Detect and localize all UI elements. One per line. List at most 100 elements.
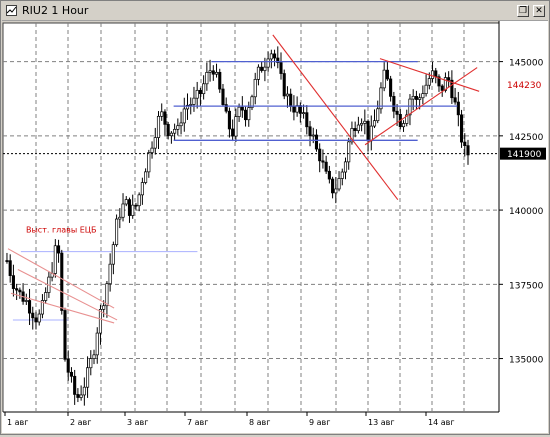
candle-body — [240, 106, 244, 111]
candle-body — [369, 125, 373, 142]
plot-background — [2, 22, 500, 413]
candle-body — [327, 170, 331, 180]
candle-body — [440, 85, 444, 91]
candle-body — [86, 367, 90, 388]
candle-body — [131, 204, 135, 216]
candle-body — [253, 79, 257, 98]
candle-body — [176, 125, 180, 130]
annotation-label: Выст. главы ЕЦБ — [26, 225, 97, 234]
candle-body — [8, 260, 12, 276]
candle-body — [63, 310, 67, 360]
candle-body — [57, 245, 61, 254]
candle-body — [285, 93, 290, 97]
candle-body — [263, 66, 267, 71]
candle-body — [305, 112, 309, 128]
candle-body — [234, 116, 238, 137]
chart-area: 135000 137500 140000 142500 145000 1 авг 2 авг… — [2, 21, 548, 433]
candle-body — [324, 161, 328, 172]
candle-body — [150, 147, 154, 153]
candle-body — [266, 58, 270, 68]
candle-body — [111, 244, 115, 265]
candle-body — [144, 171, 148, 183]
candle-body — [53, 245, 57, 274]
candle-body — [279, 62, 283, 74]
x-tick-label: 9 авг — [309, 418, 330, 427]
candle-body — [69, 371, 73, 377]
candle-body — [163, 111, 167, 125]
candle-body — [273, 53, 277, 59]
candle-body — [214, 71, 219, 75]
close-button[interactable]: ✕ — [533, 5, 545, 17]
candle-body — [372, 120, 377, 127]
candle-body — [27, 300, 32, 314]
candle-body — [182, 108, 186, 124]
candle-body — [411, 95, 415, 100]
restore-button[interactable]: ❐ — [517, 5, 529, 17]
candle-body — [102, 305, 106, 310]
candle-body — [11, 275, 15, 289]
candle-body — [434, 70, 438, 78]
chart-app-icon — [6, 5, 17, 16]
candle-body — [66, 358, 70, 373]
candle-body — [347, 141, 351, 163]
candle-body — [318, 148, 322, 162]
candle-body — [308, 126, 312, 137]
candle-body — [124, 199, 128, 205]
candle-body — [360, 123, 364, 126]
candle-body — [343, 161, 348, 173]
candle-body — [247, 107, 251, 121]
y-tick-label: 145000 — [509, 59, 544, 69]
candle-body — [156, 115, 161, 138]
candle-body — [76, 394, 80, 398]
price-chart[interactable]: 135000 137500 140000 142500 145000 1 авг 2 авг… — [2, 21, 548, 433]
candle-body — [198, 89, 202, 95]
x-tick-label: 8 авг — [249, 418, 270, 427]
candle-body — [453, 97, 457, 103]
candle-body — [115, 218, 119, 246]
candle-body — [231, 128, 235, 137]
candle-body — [331, 178, 335, 194]
candle-body — [202, 83, 206, 95]
candle-body — [269, 53, 273, 60]
candle-body — [211, 70, 215, 75]
candle-body — [169, 132, 173, 137]
x-tick-label: 1 авг — [7, 418, 28, 427]
candle-body — [321, 160, 325, 163]
chart-window: RIU2 1 Hour ❐ ✕ 135000 137500 140000 142500… — [0, 0, 550, 435]
candle-body — [60, 252, 64, 311]
candle-body — [392, 96, 396, 112]
candle-body — [366, 120, 370, 142]
candle-body — [243, 109, 248, 121]
candle-body — [98, 309, 103, 334]
candle-body — [34, 317, 38, 323]
candle-body — [92, 354, 96, 359]
candle-body — [289, 93, 293, 107]
candle-body — [363, 120, 367, 124]
candle-body — [421, 93, 425, 99]
candle-body — [395, 110, 399, 115]
candle-body — [95, 332, 99, 356]
candle-body — [140, 182, 144, 196]
x-tick-label: 3 авг — [127, 418, 148, 427]
candle-body — [389, 78, 393, 97]
candle-body — [137, 194, 141, 207]
candle-body — [376, 108, 380, 122]
candle-body — [418, 97, 422, 100]
candle-body — [37, 313, 41, 323]
candle-body — [153, 137, 157, 149]
candle-body — [160, 111, 164, 117]
candle-body — [260, 66, 264, 71]
candle-body — [89, 358, 93, 369]
candle-body — [414, 95, 418, 100]
candle-body — [356, 124, 360, 131]
candle-body — [447, 77, 451, 81]
candle-body — [105, 283, 109, 307]
candle-body — [456, 101, 460, 116]
candle-body — [382, 69, 386, 89]
red-price-label: 144230 — [507, 81, 542, 91]
candle-body — [192, 97, 196, 105]
title-bar[interactable]: RIU2 1 Hour ❐ ✕ — [2, 2, 548, 21]
candle-body — [227, 110, 231, 130]
candle-body — [173, 128, 177, 134]
candle-body — [121, 203, 125, 218]
